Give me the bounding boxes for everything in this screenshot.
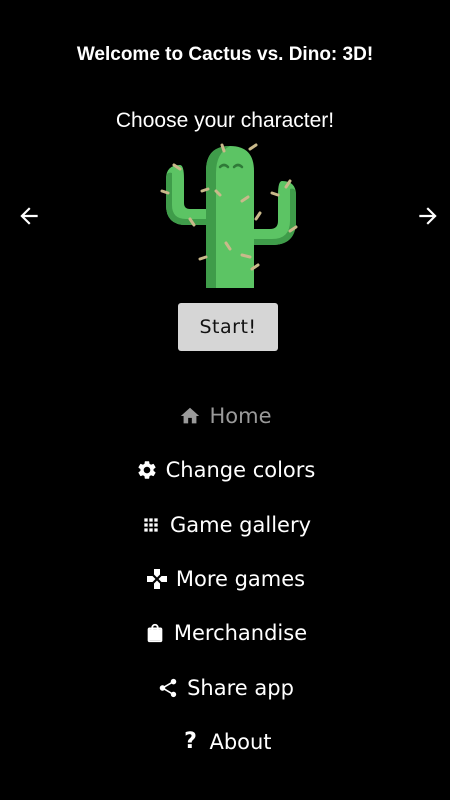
menu-item-merchandise[interactable]: Merchandise bbox=[0, 606, 450, 660]
previous-character-button[interactable] bbox=[16, 203, 42, 229]
menu-item-label: Home bbox=[209, 404, 272, 429]
shopping-bag-icon bbox=[143, 621, 167, 645]
arrow-left-icon bbox=[20, 207, 38, 225]
start-button[interactable]: Start! bbox=[178, 303, 278, 351]
next-character-button[interactable] bbox=[415, 203, 441, 229]
choose-character-label: Choose your character! bbox=[115, 109, 335, 132]
menu-item-share-app[interactable]: Share app bbox=[0, 660, 450, 714]
menu-item-more-games[interactable]: More games bbox=[0, 552, 450, 606]
character-preview bbox=[160, 143, 300, 289]
menu-item-about[interactable]: ? About bbox=[0, 715, 450, 769]
menu-item-label: Share app bbox=[187, 675, 294, 700]
menu-item-game-gallery[interactable]: Game gallery bbox=[0, 498, 450, 552]
menu-item-home[interactable]: Home bbox=[0, 389, 450, 443]
welcome-title: Welcome to Cactus vs. Dino: 3D! bbox=[76, 44, 374, 65]
grid-icon bbox=[139, 513, 163, 537]
menu-item-label: Game gallery bbox=[169, 512, 312, 537]
question-mark-icon: ? bbox=[184, 729, 197, 755]
cactus-icon bbox=[160, 143, 298, 288]
menu-item-label: More games bbox=[175, 567, 306, 592]
share-icon bbox=[156, 676, 180, 700]
gear-icon bbox=[135, 458, 159, 482]
menu-item-label: Merchandise bbox=[173, 621, 308, 646]
menu-item-label: About bbox=[209, 729, 272, 754]
gamepad-icon bbox=[145, 567, 169, 591]
menu-item-change-colors[interactable]: Change colors bbox=[0, 443, 450, 497]
arrow-right-icon bbox=[419, 207, 437, 225]
menu-item-label: Change colors bbox=[165, 458, 316, 483]
home-icon bbox=[178, 404, 202, 428]
main-menu: Home Change colors Game gallery More gam… bbox=[0, 389, 450, 769]
